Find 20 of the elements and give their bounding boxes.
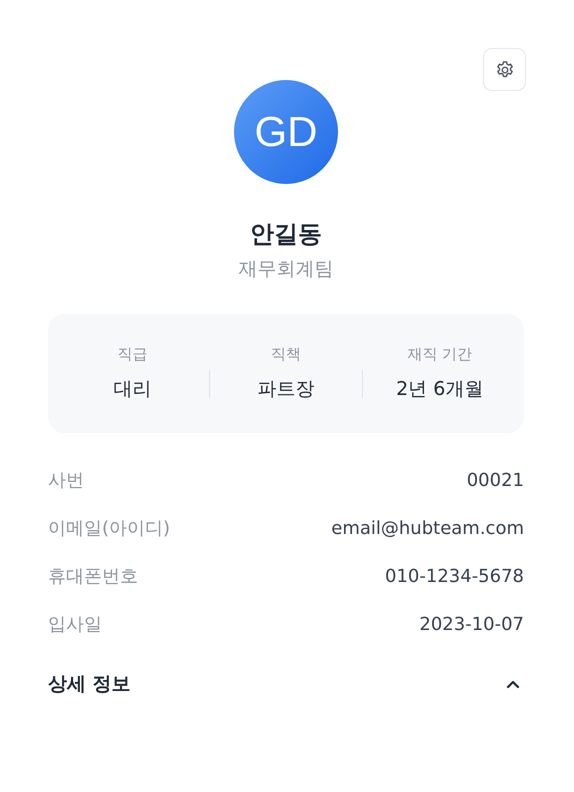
stat-label: 직책 — [271, 345, 301, 364]
settings-button[interactable] — [483, 48, 526, 91]
detail-value: 00021 — [466, 470, 524, 490]
detail-label: 이메일(아이디) — [48, 517, 170, 540]
detail-label: 휴대폰번호 — [48, 565, 138, 588]
avatar: GD — [234, 80, 338, 184]
section-title: 상세 정보 — [48, 672, 131, 697]
chevron-icon[interactable] — [506, 680, 520, 688]
stat-label: 재직 기간 — [407, 345, 472, 364]
detail-label: 입사일 — [48, 613, 102, 636]
stat-value: 파트장 — [258, 377, 314, 402]
team-name: 재무회계팀 — [238, 257, 334, 282]
user-name: 안길동 — [250, 219, 322, 250]
detail-label: 사번 — [48, 469, 84, 492]
detail-value: 010-1234-5678 — [385, 566, 524, 586]
stat-value: 2년 6개월 — [396, 377, 484, 402]
detail-value: email@hubteam.com — [331, 518, 524, 538]
stat-label: 직급 — [117, 345, 148, 364]
detail-value: 2023-10-07 — [419, 614, 524, 634]
stat-value: 대리 — [113, 377, 152, 402]
